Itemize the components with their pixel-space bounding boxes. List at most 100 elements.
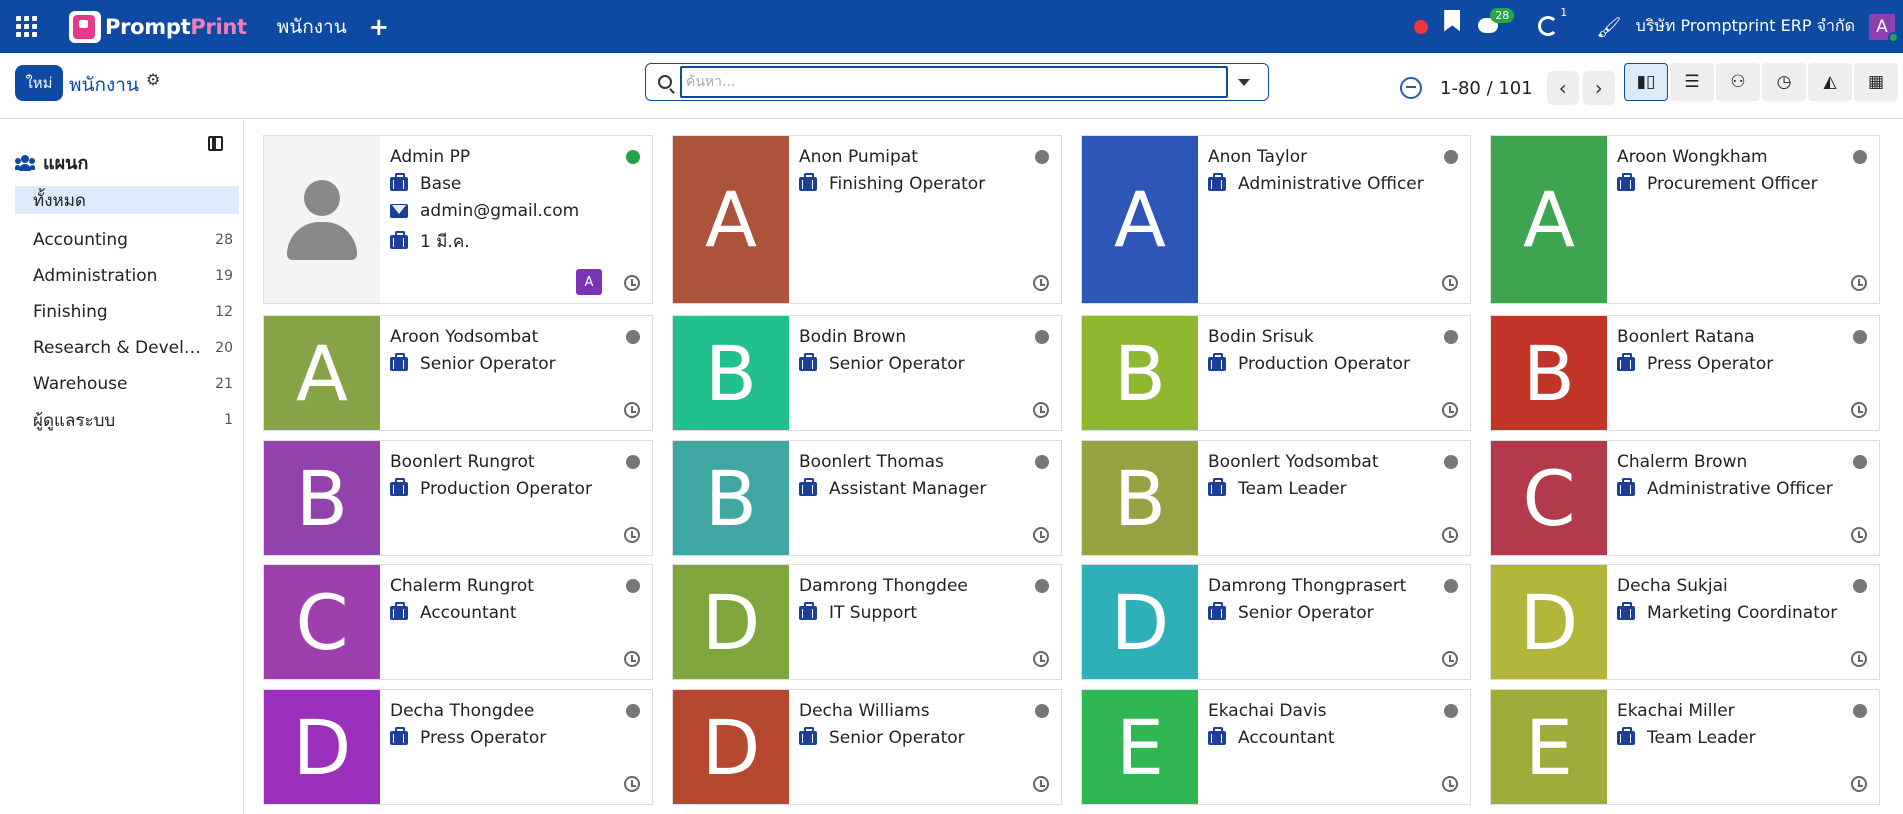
employee-name: Boonlert Thomas — [799, 452, 944, 472]
company-switcher[interactable]: บริษัท Promptprint ERP จำกัด — [1636, 14, 1855, 39]
employee-card[interactable]: B Boonlert Thomas Assistant Manager — [672, 440, 1062, 556]
employee-card[interactable]: C Chalerm Brown Administrative Officer — [1490, 440, 1880, 556]
sidebar-item[interactable]: Accounting 28 — [15, 222, 239, 258]
activity-clock-icon[interactable] — [1033, 275, 1049, 291]
employee-job-row: Press Operator — [1617, 353, 1774, 374]
activity-clock-icon[interactable] — [1442, 776, 1458, 792]
employee-email-row: admin@gmail.com — [390, 201, 579, 221]
activity-clock-icon[interactable] — [1851, 402, 1867, 418]
brush-icon[interactable]: 🖌 — [1596, 15, 1621, 39]
activity-button[interactable]: 1 — [1538, 6, 1567, 38]
employee-card[interactable]: D Decha Sukjai Marketing Coordinator — [1490, 564, 1880, 680]
employee-card[interactable]: D Decha Thongdee Press Operator — [263, 689, 653, 805]
employee-card[interactable]: Admin PP Base admin@gmail.com 1 มี.ค. A — [263, 135, 653, 304]
logo[interactable]: PromptPrint — [69, 10, 247, 43]
breadcrumb[interactable]: พนักงาน — [69, 70, 139, 100]
employee-job-title: Press Operator — [1647, 354, 1774, 374]
employee-card[interactable]: D Damrong Thongprasert Senior Operator — [1081, 564, 1471, 680]
user-avatar[interactable]: A — [1869, 13, 1899, 43]
list-view-button[interactable]: ☰ — [1670, 63, 1714, 101]
sidebar-item[interactable]: Research & Development 20 — [15, 330, 239, 366]
graph-view-button[interactable]: ◭ — [1808, 63, 1852, 101]
apps-menu-button[interactable] — [0, 0, 53, 53]
clock-icon — [1538, 15, 1559, 36]
user-silhouette-icon — [287, 179, 357, 260]
pivot-view-button[interactable]: ▦ — [1854, 63, 1898, 101]
messages-button[interactable]: 28 — [1478, 7, 1515, 36]
activity-clock-icon[interactable] — [1442, 527, 1458, 543]
employee-job-row: Team Leader — [1208, 478, 1347, 499]
activity-clock-icon[interactable] — [624, 776, 640, 792]
employee-card[interactable]: A Aroon Wongkham Procurement Officer — [1490, 135, 1880, 304]
sidebar-item[interactable]: ทั้งหมด — [15, 186, 239, 214]
activity-clock-icon[interactable] — [1851, 651, 1867, 667]
activity-clock-icon[interactable] — [1033, 776, 1049, 792]
employee-card[interactable]: B Boonlert Yodsombat Team Leader — [1081, 440, 1471, 556]
activity-clock-icon[interactable] — [624, 275, 640, 291]
new-button[interactable]: ใหม่ — [15, 65, 63, 101]
employee-card[interactable]: A Anon Pumipat Finishing Operator — [672, 135, 1062, 304]
sidebar-item-label: ทั้งหมด — [33, 190, 86, 211]
briefcase-icon — [1617, 602, 1635, 620]
employee-card[interactable]: B Bodin Brown Senior Operator — [672, 315, 1062, 431]
quick-create-button[interactable]: + — [369, 13, 389, 41]
employee-card[interactable]: D Damrong Thongdee IT Support — [672, 564, 1062, 680]
employee-name: Damrong Thongdee — [799, 576, 968, 596]
employee-name: Aroon Yodsombat — [390, 327, 539, 347]
collapse-sidebar-icon[interactable] — [208, 136, 223, 151]
employee-card[interactable]: A Anon Taylor Administrative Officer — [1081, 135, 1471, 304]
top-navbar: PromptPrint พนักงาน + 28 1 🖌 บริษัท Prom… — [0, 0, 1903, 53]
presence-status-icon — [626, 455, 640, 469]
employee-job-row: Finishing Operator — [799, 173, 985, 194]
sidebar-item[interactable]: Administration 19 — [15, 258, 239, 294]
search-options-dropdown-icon[interactable] — [1238, 78, 1250, 86]
activity-clock-icon[interactable] — [1442, 275, 1458, 291]
activity-clock-icon[interactable] — [1442, 651, 1458, 667]
employee-card[interactable]: E Ekachai Davis Accountant — [1081, 689, 1471, 805]
employee-name: Ekachai Miller — [1617, 701, 1735, 721]
assignee-avatar[interactable]: A — [576, 269, 602, 295]
next-page-button[interactable]: › — [1582, 71, 1615, 105]
employee-card[interactable]: D Decha Williams Senior Operator — [672, 689, 1062, 805]
activity-clock-icon[interactable] — [1033, 402, 1049, 418]
activity-clock-icon[interactable] — [1033, 527, 1049, 543]
activity-clock-icon[interactable] — [624, 651, 640, 667]
employee-avatar: A — [264, 316, 380, 430]
activity-clock-icon[interactable] — [624, 402, 640, 418]
hierarchy-view-button[interactable]: ⚇ — [1716, 63, 1760, 101]
department-list: ทั้งหมด Accounting 28 Administration 19 Finis… — [15, 186, 239, 438]
refresh-icon[interactable] — [1400, 77, 1422, 99]
sidebar-item-count: 12 — [215, 304, 233, 320]
employee-card[interactable]: B Bodin Srisuk Production Operator — [1081, 315, 1471, 431]
presence-status-icon — [1035, 150, 1049, 164]
activity-clock-icon[interactable] — [1851, 527, 1867, 543]
sidebar-item[interactable]: Finishing 12 — [15, 294, 239, 330]
sidebar-item[interactable]: ผู้ดูแลระบบ 1 — [15, 402, 239, 438]
activity-clock-icon[interactable] — [1033, 651, 1049, 667]
employee-card[interactable]: B Boonlert Ratana Press Operator — [1490, 315, 1880, 431]
nav-menu-employees[interactable]: พนักงาน — [277, 12, 347, 42]
pager-value[interactable]: 1-80 / 101 — [1440, 78, 1533, 99]
employee-card[interactable]: A Aroon Yodsombat Senior Operator — [263, 315, 653, 431]
previous-page-button[interactable]: ‹ — [1546, 71, 1579, 105]
employee-job-row: Base — [390, 173, 461, 194]
search-input[interactable] — [680, 66, 1228, 98]
briefcase-icon — [390, 602, 408, 620]
activity-view-button[interactable]: ◷ — [1762, 63, 1806, 101]
employee-card[interactable]: E Ekachai Miller Team Leader — [1490, 689, 1880, 805]
gear-icon[interactable]: ⚙ — [146, 70, 160, 89]
sidebar-item-label: Finishing — [33, 302, 108, 322]
employee-card[interactable]: C Chalerm Rungrot Accountant — [263, 564, 653, 680]
sidebar-item[interactable]: Warehouse 21 — [15, 366, 239, 402]
activity-clock-icon[interactable] — [1851, 275, 1867, 291]
employee-job-row: Administrative Officer — [1617, 478, 1833, 499]
activity-clock-icon[interactable] — [1851, 776, 1867, 792]
employee-card[interactable]: B Boonlert Rungrot Production Operator — [263, 440, 653, 556]
activity-clock-icon[interactable] — [1442, 402, 1458, 418]
kanban-view-button[interactable]: ▮▯ — [1624, 63, 1668, 101]
bookmark-icon[interactable] — [1444, 10, 1460, 32]
work-since-icon — [390, 230, 408, 249]
activity-clock-icon[interactable] — [624, 527, 640, 543]
presence-status-icon — [1853, 150, 1867, 164]
recording-indicator-icon[interactable] — [1414, 19, 1429, 34]
